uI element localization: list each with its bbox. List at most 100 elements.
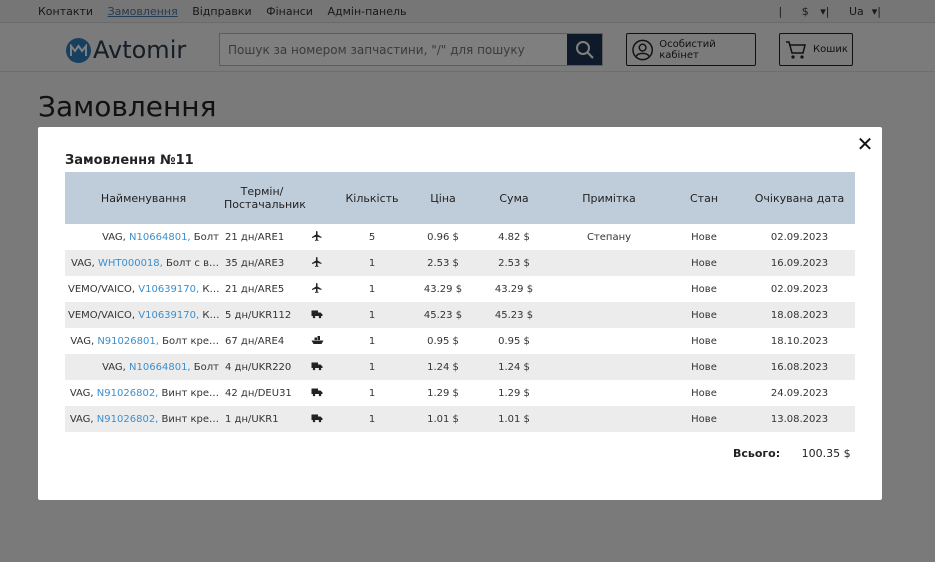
item-brand: VAG, bbox=[71, 257, 95, 269]
plane-icon bbox=[302, 224, 332, 250]
item-description: Винт кре… bbox=[161, 387, 219, 399]
item-code-link[interactable]: V10639170, bbox=[138, 284, 199, 295]
item-price: 43.29 $ bbox=[423, 283, 463, 295]
item-description: Винт кре… bbox=[161, 413, 219, 425]
item-description: Болт bbox=[193, 361, 219, 373]
col-delivery bbox=[302, 172, 332, 224]
item-status: Нове bbox=[691, 283, 717, 295]
item-brand: VEMO/VAICO, bbox=[68, 283, 136, 295]
item-code-link[interactable]: N91026802, bbox=[97, 388, 159, 399]
item-note bbox=[554, 302, 664, 328]
item-description: К… bbox=[202, 309, 220, 321]
truck-icon bbox=[302, 380, 332, 406]
item-name: VEMO/VAICO, V10639170, К… bbox=[65, 302, 222, 328]
col-price: Ціна bbox=[430, 191, 456, 205]
item-term-supplier: 42 дн/DEU31 bbox=[225, 387, 292, 399]
table-row: VEMO/VAICO, V10639170, К… 5 дн/UKR112 1 45.… bbox=[65, 302, 855, 328]
item-note bbox=[554, 406, 664, 432]
col-status: Стан bbox=[689, 191, 719, 205]
truck-icon bbox=[302, 406, 332, 432]
table-row: VAG, WHT000018, Болт с в… 35 дн/ARE3 1 2.53… bbox=[65, 250, 855, 276]
item-expected-date: 16.08.2023 bbox=[770, 361, 829, 373]
table-row: VAG, N10664801, Болт 4 дн/UKR220 1 1.24 $1.… bbox=[65, 354, 855, 380]
item-quantity: 5 bbox=[368, 231, 376, 243]
item-term-supplier: 21 дн/ARE5 bbox=[225, 283, 285, 295]
order-modal: Замовлення №11 ✕ Найменування Термін/ По… bbox=[38, 127, 882, 500]
total-label: Всього: bbox=[733, 447, 781, 460]
item-name: VAG, N91026802, Винт кре… bbox=[65, 406, 222, 432]
item-price: 1.24 $ bbox=[427, 361, 459, 373]
item-note: Степану bbox=[586, 231, 632, 243]
plane-icon bbox=[302, 250, 332, 276]
item-status: Нове bbox=[691, 335, 717, 347]
item-description: Болт кре… bbox=[162, 335, 219, 347]
item-sum: 2.53 $ bbox=[498, 257, 530, 269]
item-expected-date: 16.09.2023 bbox=[770, 257, 829, 269]
item-expected-date: 24.09.2023 bbox=[770, 387, 829, 399]
item-brand: VEMO/VAICO, bbox=[68, 309, 136, 321]
item-name: VAG, WHT000018, Болт с в… bbox=[65, 250, 222, 276]
item-price: 1.29 $ bbox=[427, 387, 459, 399]
table-row: VAG, N91026802, Винт кре… 42 дн/DEU31 1 1.2… bbox=[65, 380, 855, 406]
item-note bbox=[554, 276, 664, 302]
item-code-link[interactable]: N10664801, bbox=[129, 232, 191, 243]
item-quantity: 1 bbox=[368, 335, 376, 347]
ship-icon bbox=[302, 328, 332, 354]
item-description: Болт bbox=[193, 231, 219, 243]
item-name: VAG, N91026801, Болт кре… bbox=[65, 328, 222, 354]
item-sum: 1.29 $ bbox=[498, 387, 530, 399]
table-row: VAG, N91026801, Болт кре… 67 дн/ARE4 1 0.95… bbox=[65, 328, 855, 354]
item-price: 45.23 $ bbox=[423, 309, 463, 321]
item-price: 2.53 $ bbox=[427, 257, 459, 269]
col-sum: Сума bbox=[499, 191, 529, 205]
item-code-link[interactable]: N10664801, bbox=[129, 362, 191, 373]
item-status: Нове bbox=[691, 231, 717, 243]
item-name: VAG, N10664801, Болт bbox=[65, 224, 222, 250]
item-note bbox=[554, 380, 664, 406]
item-price: 0.95 $ bbox=[427, 335, 459, 347]
item-code-link[interactable]: N91026802, bbox=[97, 414, 159, 425]
item-sum: 45.23 $ bbox=[494, 309, 534, 321]
item-quantity: 1 bbox=[368, 309, 376, 321]
item-brand: VAG, bbox=[69, 413, 94, 425]
item-status: Нове bbox=[691, 361, 717, 373]
table-row: VAG, N10664801, Болт 21 дн/ARE1 5 0.96 $4.8… bbox=[65, 224, 855, 250]
item-brand: VAG, bbox=[102, 361, 126, 373]
item-expected-date: 18.08.2023 bbox=[770, 309, 829, 321]
item-status: Нове bbox=[691, 413, 717, 425]
col-note: Примітка bbox=[582, 191, 636, 205]
order-items-table: Найменування Термін/ Постачальник Кількі… bbox=[65, 172, 855, 432]
item-price: 1.01 $ bbox=[427, 413, 459, 425]
item-brand: VAG, bbox=[70, 335, 95, 347]
item-term-supplier: 4 дн/UKR220 bbox=[225, 361, 292, 373]
item-description: К… bbox=[202, 283, 220, 295]
item-expected-date: 13.08.2023 bbox=[770, 413, 829, 425]
item-sum: 4.82 $ bbox=[498, 231, 530, 243]
truck-icon bbox=[302, 302, 332, 328]
col-name: Найменування bbox=[100, 191, 187, 205]
item-name: VEMO/VAICO, V10639170, К… bbox=[65, 276, 222, 302]
item-sum: 43.29 $ bbox=[494, 283, 534, 295]
item-expected-date: 02.09.2023 bbox=[770, 283, 829, 295]
total-value: 100.35 $ bbox=[801, 447, 851, 460]
col-expected-date: Очікувана дата bbox=[754, 191, 845, 205]
item-name: VAG, N91026802, Винт кре… bbox=[65, 380, 222, 406]
item-quantity: 1 bbox=[368, 283, 376, 295]
table-row: VEMO/VAICO, V10639170, К… 21 дн/ARE5 1 43.2… bbox=[65, 276, 855, 302]
item-quantity: 1 bbox=[368, 361, 376, 373]
item-note bbox=[554, 328, 664, 354]
close-icon[interactable]: ✕ bbox=[856, 134, 874, 154]
item-price: 0.96 $ bbox=[427, 231, 459, 243]
item-brand: VAG, bbox=[102, 231, 126, 243]
item-name: VAG, N10664801, Болт bbox=[65, 354, 222, 380]
item-quantity: 1 bbox=[368, 413, 376, 425]
item-status: Нове bbox=[691, 387, 717, 399]
item-expected-date: 18.10.2023 bbox=[770, 335, 829, 347]
item-code-link[interactable]: N91026801, bbox=[97, 336, 159, 347]
col-quantity: Кількість bbox=[345, 191, 399, 205]
truck-icon bbox=[302, 354, 332, 380]
item-code-link[interactable]: V10639170, bbox=[138, 310, 199, 321]
item-code-link[interactable]: WHT000018, bbox=[98, 258, 163, 269]
item-sum: 1.01 $ bbox=[498, 413, 530, 425]
item-term-supplier: 1 дн/UKR1 bbox=[225, 413, 279, 425]
